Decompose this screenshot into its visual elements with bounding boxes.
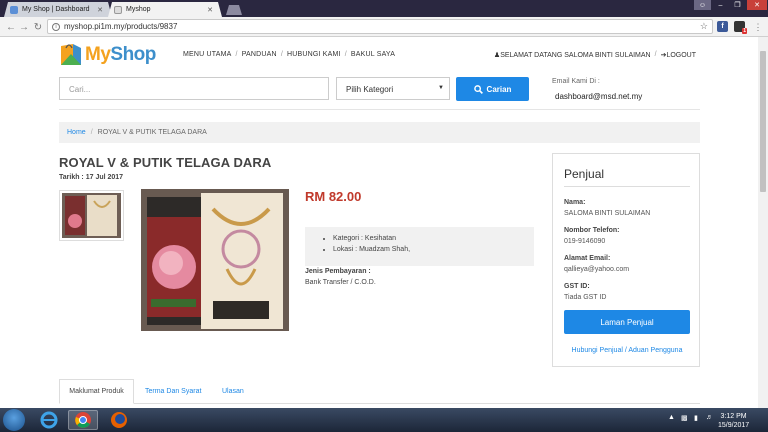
nav-menu-utama[interactable]: MENU UTAMA	[183, 51, 232, 58]
search-button[interactable]: Carian	[456, 77, 529, 101]
system-clock[interactable]: 3:12 PM 15/9/2017	[718, 412, 749, 430]
windows-taskbar: ▲ ▩ ▮ ♬ 3:12 PM 15/9/2017	[0, 408, 768, 432]
product-title: ROYAL V & PUTIK TELAGA DARA	[59, 155, 272, 170]
dropdown-caret-icon: ▼	[438, 85, 444, 91]
product-location: Lokasi : Muadzam Shah,	[333, 244, 534, 255]
seller-name-label: Nama:	[564, 199, 586, 206]
main-nav: MENU UTAMA / PANDUAN / HUBUNGI KAMI / BA…	[183, 51, 396, 58]
reload-icon[interactable]: ↻	[32, 21, 44, 33]
url-text: myshop.pi1m.my/products/9837	[64, 22, 178, 31]
user-nav: ♟SELAMAT DATANG SALOMA BINTI SULAIMAN / …	[493, 51, 696, 59]
browser-tab-myshop[interactable]: Myshop ✕	[108, 2, 222, 17]
payment-type-label: Jenis Pembayaran :	[305, 268, 371, 275]
firefox-icon[interactable]	[104, 410, 134, 430]
contact-seller-link[interactable]: Hubungi Penjual / Aduan Pengguna	[553, 347, 701, 354]
seller-panel: Penjual Nama: SALOMA BINTI SULAIMAN Nomb…	[552, 153, 700, 367]
seller-email-label: Alamat Email:	[564, 255, 611, 262]
logout-link[interactable]: ➔LOGOUT	[661, 51, 696, 59]
nav-hubungi-kami[interactable]: HUBUNGI KAMI	[287, 51, 341, 58]
url-field[interactable]: i myshop.pi1m.my/products/9837 ☆	[47, 19, 713, 34]
restore-window-icon[interactable]: ❐	[729, 0, 746, 10]
page-favicon-icon	[114, 5, 122, 14]
category-select[interactable]: Pilih Kategori ▼	[336, 77, 450, 100]
info-icon[interactable]: i	[52, 22, 60, 31]
network-icon[interactable]: ▮	[694, 414, 698, 422]
browser-tab-label: My Shop | Dashboard	[22, 6, 90, 13]
facebook-extension-icon[interactable]: f	[717, 21, 728, 32]
category-select-value: Pilih Kategori	[346, 85, 394, 94]
contact-email-label: Email Kami Di :	[552, 78, 600, 85]
screen: My Shop | Dashboard ✕ Myshop ✕ ☺ – ❐ ✕ ←…	[0, 0, 768, 432]
browser-menu-icon[interactable]: ⋮	[752, 21, 764, 33]
product-price: RM 82.00	[305, 189, 362, 204]
clock-time: 3:12 PM	[720, 413, 747, 420]
nav-panduan[interactable]: PANDUAN	[242, 51, 277, 58]
shopping-bag-logo-icon	[59, 42, 83, 67]
user-profile-icon[interactable]: ☺	[694, 0, 711, 10]
seller-heading: Penjual	[564, 167, 605, 181]
web-page: MyShop MENU UTAMA / PANDUAN / HUBUNGI KA…	[0, 37, 758, 408]
extension-badge-count: 1	[742, 28, 747, 34]
tab-terma-dan-syarat[interactable]: Terma Dan Syarat	[145, 379, 201, 404]
user-welcome-link[interactable]: ♟SELAMAT DATANG SALOMA BINTI SULAIMAN	[494, 51, 651, 59]
product-info-box: Kategori : Kesihatan Lokasi : Muadzam Sh…	[305, 227, 534, 266]
seller-divider	[564, 186, 690, 187]
tab-ulasan[interactable]: Ulasan	[222, 379, 244, 404]
tray-app-icon[interactable]: ▩	[681, 414, 688, 422]
seller-name: SALOMA BINTI SULAIMAN	[564, 210, 651, 217]
product-main-image[interactable]	[141, 189, 289, 331]
seller-phone: 019-9146090	[564, 238, 606, 245]
breadcrumb: Home / ROYAL V & PUTIK TELAGA DARA	[59, 122, 700, 143]
minimize-window-icon[interactable]: –	[712, 0, 729, 10]
seller-phone-label: Nombor Telefon:	[564, 227, 620, 234]
start-button[interactable]	[3, 409, 25, 431]
breadcrumb-current: ROYAL V & PUTIK TELAGA DARA	[97, 129, 207, 136]
browser-tab-strip: My Shop | Dashboard ✕ Myshop ✕ ☺ – ❐ ✕	[0, 0, 768, 17]
browser-tab-dashboard[interactable]: My Shop | Dashboard ✕	[4, 2, 112, 17]
back-arrow-icon[interactable]: ←	[5, 21, 17, 33]
close-tab-icon[interactable]: ✕	[97, 6, 103, 14]
search-button-label: Carian	[486, 84, 512, 94]
contact-email-address: dashboard@msd.net.my	[555, 92, 643, 101]
seller-email: qallieya@yahoo.com	[564, 266, 630, 273]
scrollbar-thumb[interactable]	[760, 51, 766, 192]
browser-tab-label: Myshop	[126, 6, 151, 13]
volume-icon[interactable]: ♬	[706, 414, 713, 421]
contact-email-box: Email Kami Di : dashboard@msd.net.my	[552, 78, 642, 101]
seller-gst-label: GST ID:	[564, 283, 590, 290]
tray-expand-icon[interactable]: ▲	[668, 414, 675, 421]
site-logo[interactable]: MyShop	[59, 42, 156, 67]
bookmark-star-icon[interactable]: ☆	[700, 21, 708, 32]
nav-bakul-saya[interactable]: BAKUL SAYA	[351, 51, 395, 58]
seller-gst: Tiada GST ID	[564, 294, 607, 301]
close-tab-icon[interactable]: ✕	[207, 6, 213, 14]
address-bar-row: ← → ↻ i myshop.pi1m.my/products/9837 ☆ f…	[0, 17, 768, 37]
product-thumbnail[interactable]	[59, 190, 124, 241]
close-window-icon[interactable]: ✕	[747, 0, 767, 10]
clock-date: 15/9/2017	[718, 422, 750, 429]
breadcrumb-home-link[interactable]: Home	[67, 129, 86, 136]
chrome-icon[interactable]	[68, 410, 98, 430]
search-icon	[473, 84, 483, 94]
forward-arrow-icon[interactable]: →	[18, 21, 30, 33]
tab-maklumat-produk[interactable]: Maklumat Produk	[59, 379, 134, 404]
logo-wordmark: MyShop	[85, 43, 156, 65]
internet-explorer-icon[interactable]	[34, 410, 64, 430]
product-category: Kategori : Kesihatan	[333, 233, 534, 244]
product-tabs: Maklumat Produk Terma Dan Syarat Ulasan	[59, 379, 700, 404]
extension-badge-icon[interactable]: 1	[734, 21, 747, 34]
search-input[interactable]: Cari...	[59, 77, 329, 100]
new-tab-button[interactable]	[226, 5, 242, 15]
cloud-favicon-icon	[10, 5, 18, 14]
seller-page-button[interactable]: Laman Penjual	[564, 310, 690, 334]
product-date: Tarikh : 17 Jul 2017	[59, 174, 124, 181]
payment-type-value: Bank Transfer / C.O.D.	[305, 279, 376, 286]
header-divider	[59, 109, 700, 110]
